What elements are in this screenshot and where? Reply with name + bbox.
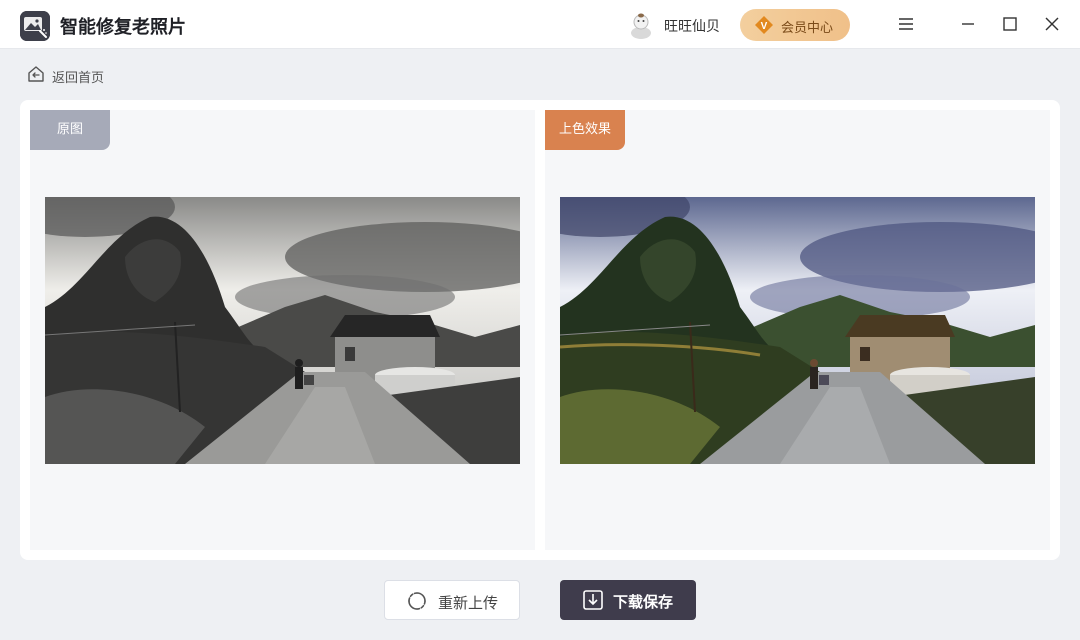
original-photo bbox=[45, 197, 520, 464]
reupload-label: 重新上传 bbox=[438, 594, 499, 612]
download-save-button[interactable]: 下载保存 bbox=[560, 580, 696, 620]
menu-icon[interactable] bbox=[896, 14, 916, 34]
vip-badge-icon: V bbox=[754, 15, 774, 35]
minimize-icon[interactable] bbox=[958, 14, 978, 34]
original-panel: 原图 bbox=[30, 110, 535, 550]
download-save-label: 下载保存 bbox=[613, 593, 674, 611]
close-icon[interactable] bbox=[1042, 14, 1062, 34]
username[interactable]: 旺旺仙贝 bbox=[664, 16, 720, 36]
vip-center-button[interactable]: V 会员中心 bbox=[740, 9, 850, 41]
reupload-button[interactable]: 重新上传 bbox=[384, 580, 520, 620]
comparison-card: 原图 上色效果 bbox=[20, 100, 1060, 560]
maximize-icon[interactable] bbox=[1000, 14, 1020, 34]
download-icon bbox=[582, 589, 604, 611]
colorized-photo bbox=[560, 197, 1035, 464]
colorized-panel: 上色效果 bbox=[545, 110, 1050, 550]
title-bar: 智能修复老照片 旺旺仙贝 V 会员中心 bbox=[0, 0, 1080, 49]
avatar-icon[interactable] bbox=[628, 11, 654, 39]
back-home-label: 返回首页 bbox=[52, 71, 105, 86]
original-tag: 原图 bbox=[30, 110, 110, 150]
app-title: 智能修复老照片 bbox=[60, 17, 186, 38]
colorized-tag: 上色效果 bbox=[545, 110, 625, 150]
svg-text:V: V bbox=[761, 21, 768, 32]
vip-center-label: 会员中心 bbox=[781, 21, 834, 36]
app-logo-icon bbox=[20, 11, 50, 41]
refresh-icon bbox=[407, 591, 427, 611]
home-back-icon bbox=[27, 65, 45, 83]
